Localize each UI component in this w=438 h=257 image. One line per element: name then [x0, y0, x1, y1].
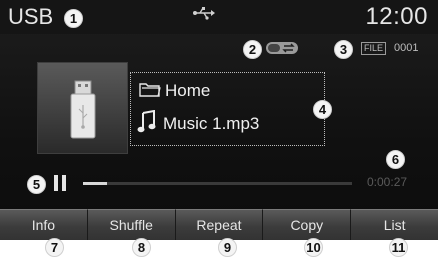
- clock: 12:00: [365, 3, 428, 30]
- menu-callouts: 7 8 9 10 11: [0, 238, 438, 257]
- usb-drive-icon: [70, 80, 96, 139]
- source-label: USB: [8, 4, 54, 29]
- progress-fill: [83, 182, 108, 185]
- callout-4: 4: [313, 100, 332, 119]
- file-row: Music 1.mp3: [137, 109, 260, 139]
- display-panel: USB 12:00 FILE 0001 Home Music 1.mp3 0:0…: [0, 0, 438, 240]
- album-art: [37, 62, 128, 154]
- shuffle-button[interactable]: Shuffle: [87, 209, 176, 240]
- file-number: 0001: [394, 42, 419, 54]
- callout-6: 6: [386, 150, 405, 169]
- callout-8: 8: [132, 238, 151, 257]
- copy-button[interactable]: Copy: [263, 209, 352, 240]
- file-badge: FILE: [361, 42, 387, 55]
- track-info: Home Music 1.mp3: [130, 72, 325, 146]
- usb-music-screen: USB 12:00 FILE 0001 Home Music 1.mp3 0:0…: [0, 0, 438, 257]
- repeat-shuffle-mode-icon: [265, 41, 299, 60]
- callout-3: 3: [334, 40, 353, 59]
- callout-7: 7: [45, 238, 64, 257]
- callout-9: 9: [218, 238, 237, 257]
- repeat-button[interactable]: Repeat: [175, 209, 264, 240]
- music-note-icon: [137, 109, 157, 139]
- info-button[interactable]: Info: [0, 209, 88, 240]
- callout-1: 1: [64, 9, 83, 28]
- track-title: Music 1.mp3: [163, 114, 260, 133]
- elapsed-time: 0:00:27: [367, 175, 408, 189]
- list-button[interactable]: List: [351, 209, 438, 240]
- callout-5: 5: [27, 175, 46, 194]
- folder-row: Home: [139, 79, 210, 103]
- pause-icon[interactable]: [53, 174, 67, 197]
- usb-icon: [192, 6, 216, 25]
- callout-10: 10: [304, 238, 323, 257]
- folder-icon: [139, 81, 161, 102]
- callout-2: 2: [243, 40, 262, 59]
- menu-bar: Info Shuffle Repeat Copy List: [0, 209, 438, 240]
- callout-11: 11: [389, 238, 408, 257]
- folder-name: Home: [165, 81, 211, 100]
- progress-bar[interactable]: [83, 182, 352, 185]
